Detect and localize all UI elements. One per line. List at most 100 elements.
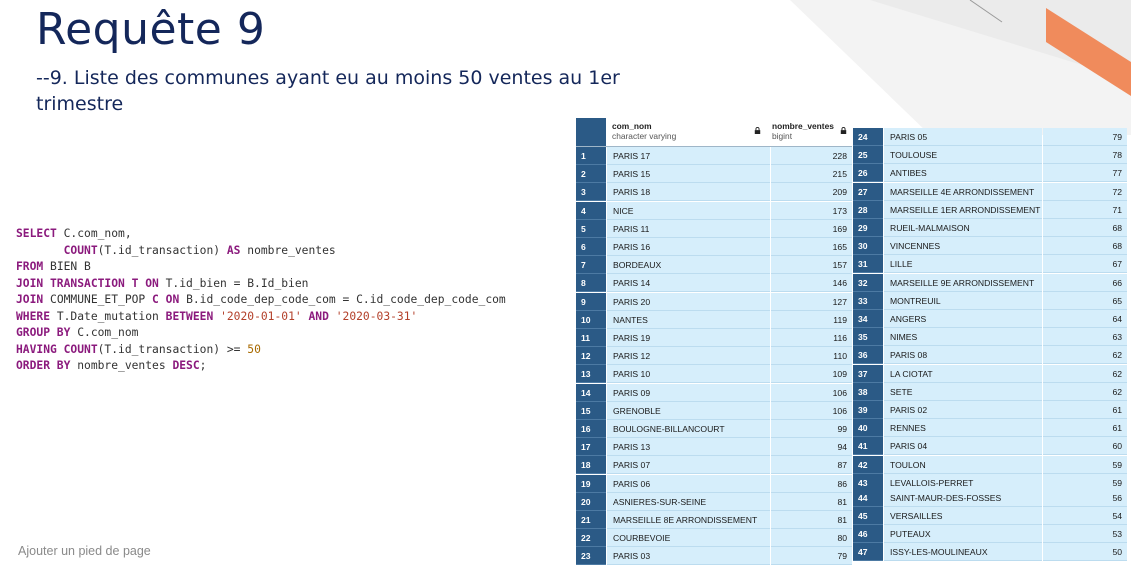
table-row[interactable]: 46 PUTEAUX 53 [853, 525, 1128, 543]
cell-com-nom: LA CIOTAT [884, 364, 1042, 383]
cell-com-nom: PARIS 02 [884, 401, 1042, 419]
table-row[interactable]: 25 TOULOUSE 78 [853, 146, 1128, 165]
table-row[interactable]: 7 BORDEAUX 157 [576, 256, 852, 275]
cell-com-nom: PARIS 14 [607, 274, 770, 293]
row-index: 29 [853, 219, 883, 237]
sql-keyword: C ON [152, 293, 180, 306]
table-row[interactable]: 13 PARIS 10 109 [576, 365, 852, 384]
cell-com-nom: PARIS 18 [607, 183, 770, 202]
table-row[interactable]: 29 RUEIL-MALMAISON 68 [853, 219, 1128, 237]
table-row[interactable]: 32 MARSEILLE 9E ARRONDISSEMENT 66 [853, 273, 1128, 292]
table-row[interactable]: 44 SAINT-MAUR-DES-FOSSES 56 [853, 489, 1128, 507]
cell-nombre-ventes: 62 [1043, 346, 1127, 365]
cell-nombre-ventes: 86 [771, 474, 852, 493]
row-index: 11 [576, 329, 606, 347]
table-row[interactable]: 16 BOULOGNE-BILLANCOURT 99 [576, 420, 852, 438]
row-index: 2 [576, 165, 606, 184]
cell-com-nom: PARIS 03 [607, 547, 770, 566]
row-index: 41 [853, 437, 883, 456]
cell-nombre-ventes: 79 [1043, 128, 1127, 146]
cell-com-nom: ANTIBES [884, 164, 1042, 183]
row-index: 30 [853, 237, 883, 256]
table-row[interactable]: 35 NIMES 63 [853, 328, 1128, 347]
table-row[interactable]: 8 PARIS 14 146 [576, 274, 852, 293]
table-row[interactable]: 37 LA CIOTAT 62 [853, 364, 1128, 383]
table-row[interactable]: 33 MONTREUIL 65 [853, 291, 1128, 310]
cell-com-nom: MARSEILLE 8E ARRONDISSEMENT [607, 511, 770, 529]
row-index: 37 [853, 364, 883, 383]
row-index-header [576, 118, 606, 146]
cell-com-nom: PARIS 10 [607, 365, 770, 384]
cell-com-nom: SETE [884, 382, 1042, 401]
row-index: 4 [576, 201, 606, 220]
cell-nombre-ventes: 119 [771, 310, 852, 329]
table-row[interactable]: 39 PARIS 02 61 [853, 401, 1128, 419]
table-row[interactable]: 21 MARSEILLE 8E ARRONDISSEMENT 81 [576, 511, 852, 529]
table-row[interactable]: 45 VERSAILLES 54 [853, 507, 1128, 525]
cell-com-nom: ANGERS [884, 310, 1042, 328]
sql-text: (T.id_transaction) >= [97, 342, 248, 356]
cell-nombre-ventes: 157 [771, 256, 852, 275]
cell-com-nom: TOULON [884, 455, 1042, 474]
row-index: 1 [576, 147, 606, 165]
cell-com-nom: SAINT-MAUR-DES-FOSSES [884, 489, 1042, 507]
table-row[interactable]: 12 PARIS 12 110 [576, 347, 852, 366]
cell-nombre-ventes: 81 [771, 511, 852, 529]
table-row[interactable]: 1 PARIS 17 228 [576, 147, 852, 165]
table-row[interactable]: 2 PARIS 15 215 [576, 165, 852, 184]
result-table-header: com_nom character varying nombre_ventes … [576, 118, 852, 147]
sql-keyword: AND [308, 309, 329, 323]
table-row[interactable]: 24 PARIS 05 79 [853, 128, 1128, 146]
table-row[interactable]: 17 PARIS 13 94 [576, 438, 852, 457]
sql-keyword: JOIN [16, 293, 44, 306]
cell-nombre-ventes: 169 [771, 219, 852, 238]
table-row[interactable]: 11 PARIS 19 116 [576, 329, 852, 347]
cell-nombre-ventes: 66 [1043, 273, 1127, 292]
table-row[interactable]: 22 COURBEVOIE 80 [576, 529, 852, 548]
table-row[interactable]: 6 PARIS 16 165 [576, 238, 852, 256]
cell-nombre-ventes: 61 [1043, 419, 1127, 438]
table-row[interactable]: 27 MARSEILLE 4E ARRONDISSEMENT 72 [853, 182, 1128, 201]
table-row[interactable]: 26 ANTIBES 77 [853, 164, 1128, 183]
table-row[interactable]: 10 NANTES 119 [576, 310, 852, 329]
sql-string: '2020-03-31' [335, 309, 418, 323]
table-row[interactable]: 20 ASNIERES-SUR-SEINE 81 [576, 492, 852, 511]
cell-nombre-ventes: 116 [771, 329, 852, 347]
column-header-com-nom[interactable]: com_nom character varying [612, 121, 762, 141]
row-index: 45 [853, 507, 883, 525]
table-row[interactable]: 41 PARIS 04 60 [853, 437, 1128, 456]
table-row[interactable]: 42 TOULON 59 [853, 455, 1128, 474]
cell-com-nom: COURBEVOIE [607, 529, 770, 548]
table-row[interactable]: 14 PARIS 09 106 [576, 383, 852, 402]
cell-com-nom: VERSAILLES [884, 507, 1042, 525]
sql-keyword: FROM [16, 260, 44, 273]
table-row[interactable]: 3 PARIS 18 209 [576, 183, 852, 202]
cell-com-nom: PARIS 17 [607, 147, 770, 165]
table-row[interactable]: 4 NICE 173 [576, 201, 852, 220]
cell-com-nom: PARIS 05 [884, 128, 1042, 146]
table-row[interactable]: 34 ANGERS 64 [853, 310, 1128, 328]
table-row[interactable]: 28 MARSEILLE 1ER ARRONDISSEMENT 71 [853, 200, 1128, 219]
table-row[interactable]: 15 GRENOBLE 106 [576, 401, 852, 420]
result-table: com_nom character varying nombre_ventes … [576, 118, 1128, 567]
cell-nombre-ventes: 78 [1043, 146, 1127, 165]
cell-com-nom: PARIS 09 [607, 383, 770, 402]
table-row[interactable]: 9 PARIS 20 127 [576, 292, 852, 311]
table-row[interactable]: 31 LILLE 67 [853, 255, 1128, 274]
table-row[interactable]: 40 RENNES 61 [853, 419, 1128, 438]
column-header-nombre-ventes[interactable]: nombre_ventes bigint [772, 121, 848, 141]
table-row[interactable]: 19 PARIS 06 86 [576, 474, 852, 493]
row-index: 9 [576, 292, 606, 311]
table-row[interactable]: 36 PARIS 08 62 [853, 346, 1128, 365]
table-row[interactable]: 23 PARIS 03 79 [576, 547, 852, 566]
table-row[interactable]: 18 PARIS 07 87 [576, 456, 852, 475]
table-row[interactable]: 38 SETE 62 [853, 382, 1128, 401]
row-index: 23 [576, 547, 606, 566]
table-row[interactable]: 47 ISSY-LES-MOULINEAUX 50 [853, 543, 1128, 561]
sql-keyword: DESC [172, 359, 200, 372]
row-index: 7 [576, 256, 606, 275]
table-row[interactable]: 5 PARIS 11 169 [576, 219, 852, 238]
table-row[interactable]: 30 VINCENNES 68 [853, 237, 1128, 256]
row-index: 17 [576, 438, 606, 457]
row-index: 25 [853, 146, 883, 165]
